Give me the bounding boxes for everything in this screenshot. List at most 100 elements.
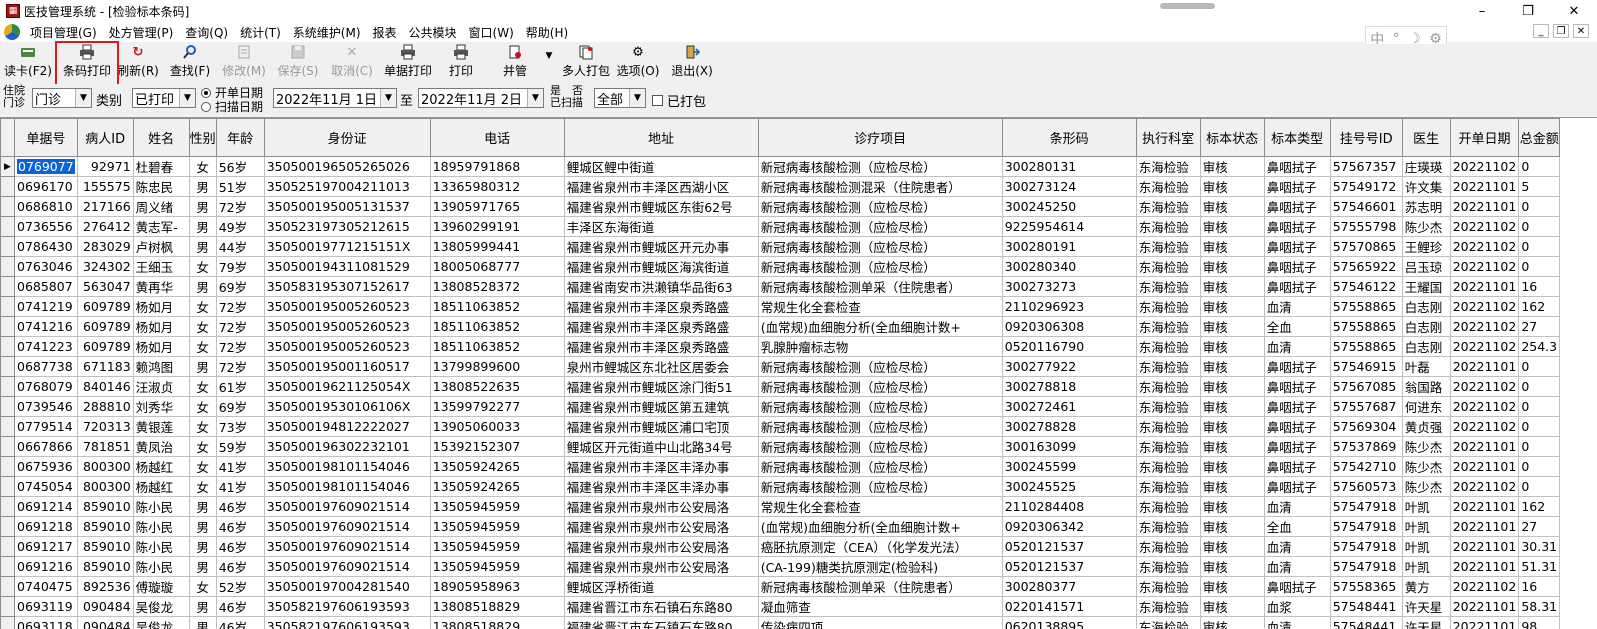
table-cell[interactable]: 72岁 [215, 356, 265, 377]
table-cell[interactable]: 福建省晋江市东石镇石东路80 [563, 616, 759, 629]
menu-statistics[interactable]: 统计(T) [234, 24, 287, 41]
table-cell[interactable]: 东海检验 [1135, 496, 1201, 517]
table-cell[interactable]: 0736556 [14, 216, 78, 237]
table-cell[interactable]: 鼻咽拭子 [1263, 176, 1331, 197]
table-cell[interactable]: 13960299191 [429, 216, 565, 237]
table-cell[interactable]: 46岁 [215, 616, 265, 629]
column-header[interactable]: 性别 [188, 118, 217, 157]
table-cell[interactable]: 黄方 [1401, 576, 1451, 597]
table-row[interactable]: 0786430 283029 卢树枫男 44岁 35050019771215151X 13… [0, 236, 1561, 257]
table-cell[interactable]: 13905060033 [429, 416, 565, 437]
table-cell[interactable]: 福建省泉州市丰泽区丰泽办事 [563, 456, 759, 477]
table-cell[interactable]: 叶凯 [1401, 536, 1451, 557]
table-cell[interactable]: 56岁 [215, 156, 265, 177]
table-cell[interactable]: 0 [1518, 396, 1561, 417]
refresh-button[interactable]: ↻ 刷新(R) [116, 44, 160, 82]
table-cell[interactable]: 20221101 [1449, 456, 1520, 477]
table-cell[interactable]: 0739546 [14, 396, 78, 417]
table-cell[interactable]: 王细玉 [132, 256, 190, 277]
table-cell[interactable]: 新冠病毒核酸检测（应检尽检） [757, 236, 1003, 257]
table-cell[interactable]: 51.31 [1518, 556, 1561, 577]
table-cell[interactable]: 陈少杰 [1401, 216, 1451, 237]
table-cell[interactable]: 新冠病毒核酸检测（应检尽检） [757, 436, 1003, 457]
table-cell[interactable]: 20221102 [1449, 416, 1520, 437]
table-cell[interactable]: 乳腺肿瘤标志物 [757, 336, 1003, 357]
table-cell[interactable]: 57548441 [1329, 596, 1403, 617]
table-cell[interactable]: 563047 [76, 276, 134, 297]
table-cell[interactable]: 鼻咽拭子 [1263, 456, 1331, 477]
row-indicator[interactable] [0, 556, 15, 577]
column-header[interactable]: 单据号 [14, 118, 78, 157]
table-cell[interactable]: 女 [188, 256, 217, 277]
packed-checkbox[interactable]: 已打包 [652, 91, 706, 110]
table-cell[interactable]: 20221101 [1449, 196, 1520, 217]
table-cell[interactable]: 13505945959 [429, 556, 565, 577]
table-cell[interactable]: 女 [188, 156, 217, 177]
menu-reports[interactable]: 报表 [367, 24, 403, 41]
table-row[interactable]: 0685807 563047 黄再华男 69岁 350583195307152617 13… [0, 276, 1561, 297]
table-cell[interactable]: 0691216 [14, 556, 78, 577]
table-cell[interactable]: 何进东 [1401, 396, 1451, 417]
table-cell[interactable]: 720313 [76, 416, 134, 437]
table-cell[interactable]: 72岁 [215, 196, 265, 217]
table-cell[interactable]: 黄志军- [132, 216, 190, 237]
table-cell[interactable]: 350583195307152617 [263, 276, 431, 297]
table-cell[interactable]: 0675936 [14, 456, 78, 477]
table-cell[interactable]: 0763046 [14, 256, 78, 277]
table-cell[interactable]: 杨越红 [132, 456, 190, 477]
table-cell[interactable]: 217166 [76, 196, 134, 217]
table-cell[interactable]: 周义绪 [132, 196, 190, 217]
table-cell[interactable]: 30.31 [1518, 536, 1561, 557]
table-cell[interactable]: 859010 [76, 536, 134, 557]
table-cell[interactable]: 350500194311081529 [263, 256, 431, 277]
table-row[interactable]: 0691216 859010 陈小民男 46岁 350500197609021514 13… [0, 556, 1561, 577]
table-cell[interactable]: 男 [188, 176, 217, 197]
table-cell[interactable]: 0520121537 [1001, 536, 1137, 557]
table-cell[interactable]: 审核 [1199, 376, 1265, 397]
table-cell[interactable]: 350500196505265026 [263, 156, 431, 177]
table-cell[interactable]: 福建省晋江市东石镇石东路80 [563, 596, 759, 617]
table-cell[interactable]: 东海检验 [1135, 616, 1201, 629]
table-cell[interactable]: 常规生化全套检查 [757, 496, 1003, 517]
table-cell[interactable]: 350582197606193593 [263, 616, 431, 629]
table-cell[interactable]: 审核 [1199, 196, 1265, 217]
column-header[interactable]: 标本状态 [1199, 118, 1265, 157]
table-cell[interactable]: 东海检验 [1135, 196, 1201, 217]
table-cell[interactable]: 162 [1518, 296, 1561, 317]
table-cell[interactable]: 20221102 [1449, 376, 1520, 397]
table-cell[interactable]: 男 [188, 496, 217, 517]
table-cell[interactable]: 审核 [1199, 456, 1265, 477]
table-cell[interactable]: 吴俊龙 [132, 616, 190, 629]
table-cell[interactable]: 20221102 [1449, 296, 1520, 317]
table-cell[interactable]: 090484 [76, 596, 134, 617]
table-cell[interactable]: 审核 [1199, 396, 1265, 417]
row-indicator[interactable] [0, 436, 15, 457]
barcode-print-button[interactable]: 条码打印 [60, 44, 114, 82]
row-indicator[interactable] [0, 456, 15, 477]
table-cell[interactable]: 鼻咽拭子 [1263, 276, 1331, 297]
table-cell[interactable]: 杜碧春 [132, 156, 190, 177]
table-cell[interactable]: 61岁 [215, 376, 265, 397]
table-cell[interactable]: 全血 [1263, 316, 1331, 337]
table-cell[interactable]: 20221101 [1449, 516, 1520, 537]
print-button[interactable]: 打印 [446, 44, 476, 82]
table-cell[interactable]: 090484 [76, 616, 134, 629]
table-cell[interactable]: 陈小民 [132, 556, 190, 577]
table-cell[interactable]: 20221102 [1449, 256, 1520, 277]
table-cell[interactable]: 350500197004281540 [263, 576, 431, 597]
patient-type-select[interactable]: 门诊 ▼ [32, 88, 92, 108]
table-cell[interactable]: 女 [188, 316, 217, 337]
table-cell[interactable]: 傅璇璇 [132, 576, 190, 597]
table-cell[interactable]: 王耀国 [1401, 276, 1451, 297]
table-cell[interactable]: 57555798 [1329, 216, 1403, 237]
table-cell[interactable]: 13505924265 [429, 476, 565, 497]
table-cell[interactable]: 92971 [76, 156, 134, 177]
table-cell[interactable]: 162 [1518, 496, 1561, 517]
table-cell[interactable]: 0691214 [14, 496, 78, 517]
table-cell[interactable]: (血常规)血细胞分析(全血细胞计数+ [757, 516, 1003, 537]
table-cell[interactable]: 350500198101154046 [263, 476, 431, 497]
table-row[interactable]: 0696170 155575 陈忠民男 51岁 350525197004211013 13… [0, 176, 1561, 197]
table-cell[interactable]: 79岁 [215, 256, 265, 277]
table-cell[interactable]: 0 [1518, 416, 1561, 437]
row-indicator[interactable] [0, 496, 15, 517]
